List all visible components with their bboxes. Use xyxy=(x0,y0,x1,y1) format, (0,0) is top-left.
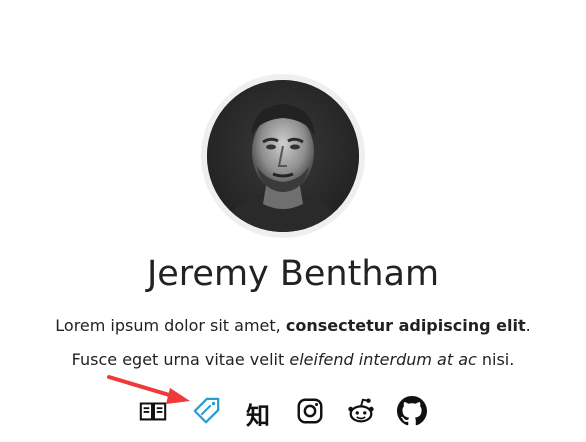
reddit-link[interactable] xyxy=(344,396,378,430)
instagram-icon xyxy=(295,396,325,430)
tag-icon xyxy=(191,396,221,430)
tag-link[interactable] xyxy=(189,396,223,430)
book-icon xyxy=(138,396,168,430)
bio-line-2-text: Fusce eget urna vitae velit xyxy=(71,350,290,369)
bio-line-1-end: . xyxy=(525,316,531,335)
instagram-link[interactable] xyxy=(293,396,327,430)
github-icon xyxy=(397,396,427,430)
bio-line-1: Lorem ipsum dolor sit amet, consectetur … xyxy=(0,315,586,337)
avatar-portrait xyxy=(207,80,359,232)
bio-line-1-bold: consectetur adipiscing elit xyxy=(285,316,526,335)
zhihu-icon: 知 xyxy=(246,401,270,430)
zhihu-link[interactable]: 知 xyxy=(241,396,275,430)
github-link[interactable] xyxy=(395,396,429,430)
bio-line-2-italic: eleifend interdum at ac xyxy=(289,350,477,369)
bio-line-1-text: Lorem ipsum dolor sit amet, xyxy=(55,316,286,335)
bio-line-2: Fusce eget urna vitae velit eleifend int… xyxy=(0,349,586,371)
avatar xyxy=(207,80,359,232)
profile-page: Jeremy Bentham Lorem ipsum dolor sit ame… xyxy=(0,0,586,442)
book-link[interactable] xyxy=(136,396,170,430)
profile-name: Jeremy Bentham xyxy=(146,254,440,294)
reddit-icon xyxy=(346,396,376,430)
bio-line-2-end: nisi. xyxy=(476,350,515,369)
avatar-ring xyxy=(201,74,365,238)
social-links: 知 xyxy=(0,396,586,432)
